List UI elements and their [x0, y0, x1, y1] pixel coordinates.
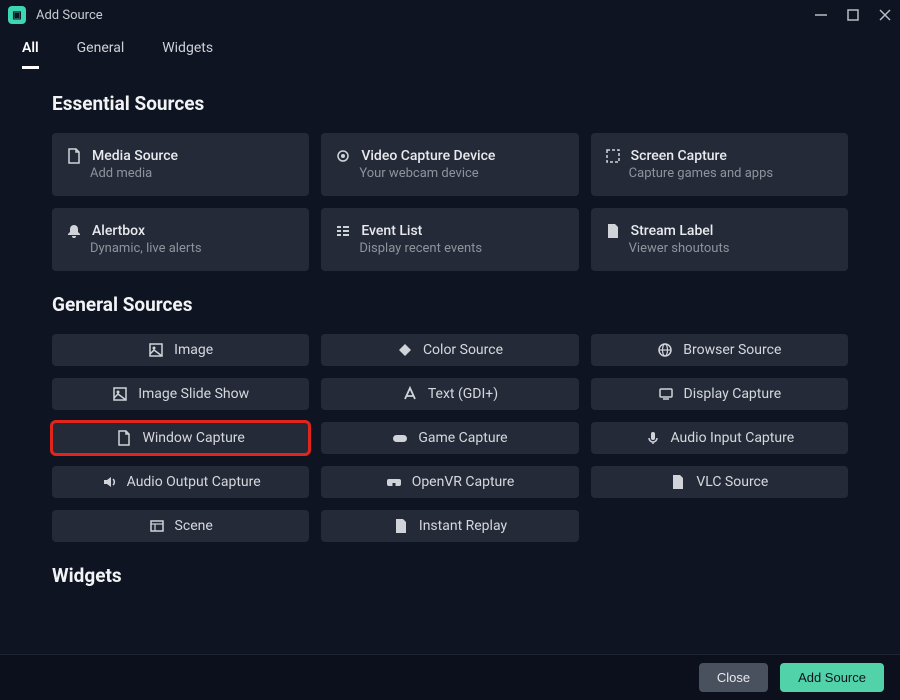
card-title: Window Capture [142, 430, 244, 446]
source-alertbox[interactable]: Alertbox Dynamic, live alerts [52, 208, 309, 271]
scene-icon [149, 518, 165, 534]
section-essential: Essential Sources Media Source Add media… [52, 92, 848, 271]
card-title: Scene [175, 518, 213, 534]
essential-grid: Media Source Add media Video Capture Dev… [52, 133, 848, 271]
card-title: Event List [361, 223, 422, 239]
bell-icon [66, 223, 82, 239]
card-title: Color Source [423, 342, 503, 358]
card-subtitle: Your webcam device [359, 166, 564, 181]
file-icon [605, 223, 621, 239]
source-audio-output-capture[interactable]: Audio Output Capture [52, 466, 309, 498]
file-icon [393, 518, 409, 534]
source-image[interactable]: Image [52, 334, 309, 366]
source-scene[interactable]: Scene [52, 510, 309, 542]
source-openvr-capture[interactable]: OpenVR Capture [321, 466, 578, 498]
source-image-slide-show[interactable]: Image Slide Show [52, 378, 309, 410]
window-title: Add Source [36, 8, 103, 23]
font-icon [402, 386, 418, 402]
source-window-capture[interactable]: Window Capture [52, 422, 309, 454]
tab-general[interactable]: General [77, 40, 125, 69]
monitor-icon [658, 386, 674, 402]
card-title: VLC Source [696, 474, 768, 490]
card-title: Screen Capture [631, 148, 727, 164]
source-video-capture-device[interactable]: Video Capture Device Your webcam device [321, 133, 578, 196]
file-icon [116, 430, 132, 446]
source-vlc-source[interactable]: VLC Source [591, 466, 848, 498]
card-title: Image [174, 342, 213, 358]
card-title: Media Source [92, 148, 178, 164]
image-icon [112, 386, 128, 402]
close-icon[interactable] [878, 8, 892, 22]
content-scroll[interactable]: Essential Sources Media Source Add media… [0, 70, 900, 654]
card-title: Audio Output Capture [127, 474, 261, 490]
speaker-icon [101, 474, 117, 490]
minimize-icon[interactable] [814, 8, 828, 22]
card-title: Stream Label [631, 223, 714, 239]
card-title: Browser Source [683, 342, 781, 358]
card-title: Display Capture [684, 386, 782, 402]
source-audio-input-capture[interactable]: Audio Input Capture [591, 422, 848, 454]
file-icon [66, 148, 82, 164]
source-browser-source[interactable]: Browser Source [591, 334, 848, 366]
card-title: Game Capture [418, 430, 507, 446]
tab-widgets[interactable]: Widgets [162, 40, 213, 69]
card-title: OpenVR Capture [412, 474, 515, 490]
vr-icon [386, 474, 402, 490]
source-color-source[interactable]: Color Source [321, 334, 578, 366]
window-controls [814, 8, 892, 22]
source-screen-capture[interactable]: Screen Capture Capture games and apps [591, 133, 848, 196]
file-icon [670, 474, 686, 490]
source-event-list[interactable]: Event List Display recent events [321, 208, 578, 271]
gamepad-icon [392, 430, 408, 446]
card-title: Instant Replay [419, 518, 507, 534]
card-subtitle: Display recent events [359, 241, 564, 256]
camera-icon [335, 148, 351, 164]
section-heading-widgets: Widgets [52, 564, 848, 587]
tab-all[interactable]: All [22, 40, 39, 69]
card-subtitle: Capture games and apps [629, 166, 834, 181]
card-title: Alertbox [92, 223, 145, 239]
source-media-source[interactable]: Media Source Add media [52, 133, 309, 196]
source-instant-replay[interactable]: Instant Replay [321, 510, 578, 542]
section-general: General Sources Image Color Source Brows… [52, 293, 848, 542]
mic-icon [645, 430, 661, 446]
add-source-button[interactable]: Add Source [780, 663, 884, 692]
card-title: Video Capture Device [361, 148, 495, 164]
maximize-icon[interactable] [846, 8, 860, 22]
card-title: Text (GDI+) [428, 386, 498, 402]
card-title: Audio Input Capture [671, 430, 795, 446]
titlebar: ▣ Add Source [0, 0, 900, 30]
source-display-capture[interactable]: Display Capture [591, 378, 848, 410]
card-title: Image Slide Show [138, 386, 249, 402]
section-widgets: Widgets [52, 564, 848, 587]
source-stream-label[interactable]: Stream Label Viewer shoutouts [591, 208, 848, 271]
paint-icon [397, 342, 413, 358]
general-grid: Image Color Source Browser Source Image … [52, 334, 848, 542]
footer: Close Add Source [0, 654, 900, 700]
section-heading-general: General Sources [52, 293, 848, 316]
dashed-square-icon [605, 148, 621, 164]
section-heading-essential: Essential Sources [52, 92, 848, 115]
card-subtitle: Viewer shoutouts [629, 241, 834, 256]
tabs-bar: All General Widgets [0, 30, 900, 70]
card-subtitle: Add media [90, 166, 295, 181]
card-subtitle: Dynamic, live alerts [90, 241, 295, 256]
close-button[interactable]: Close [699, 663, 768, 692]
image-icon [148, 342, 164, 358]
source-text-gdi[interactable]: Text (GDI+) [321, 378, 578, 410]
source-game-capture[interactable]: Game Capture [321, 422, 578, 454]
globe-icon [657, 342, 673, 358]
list-icon [335, 223, 351, 239]
app-icon: ▣ [8, 6, 26, 24]
